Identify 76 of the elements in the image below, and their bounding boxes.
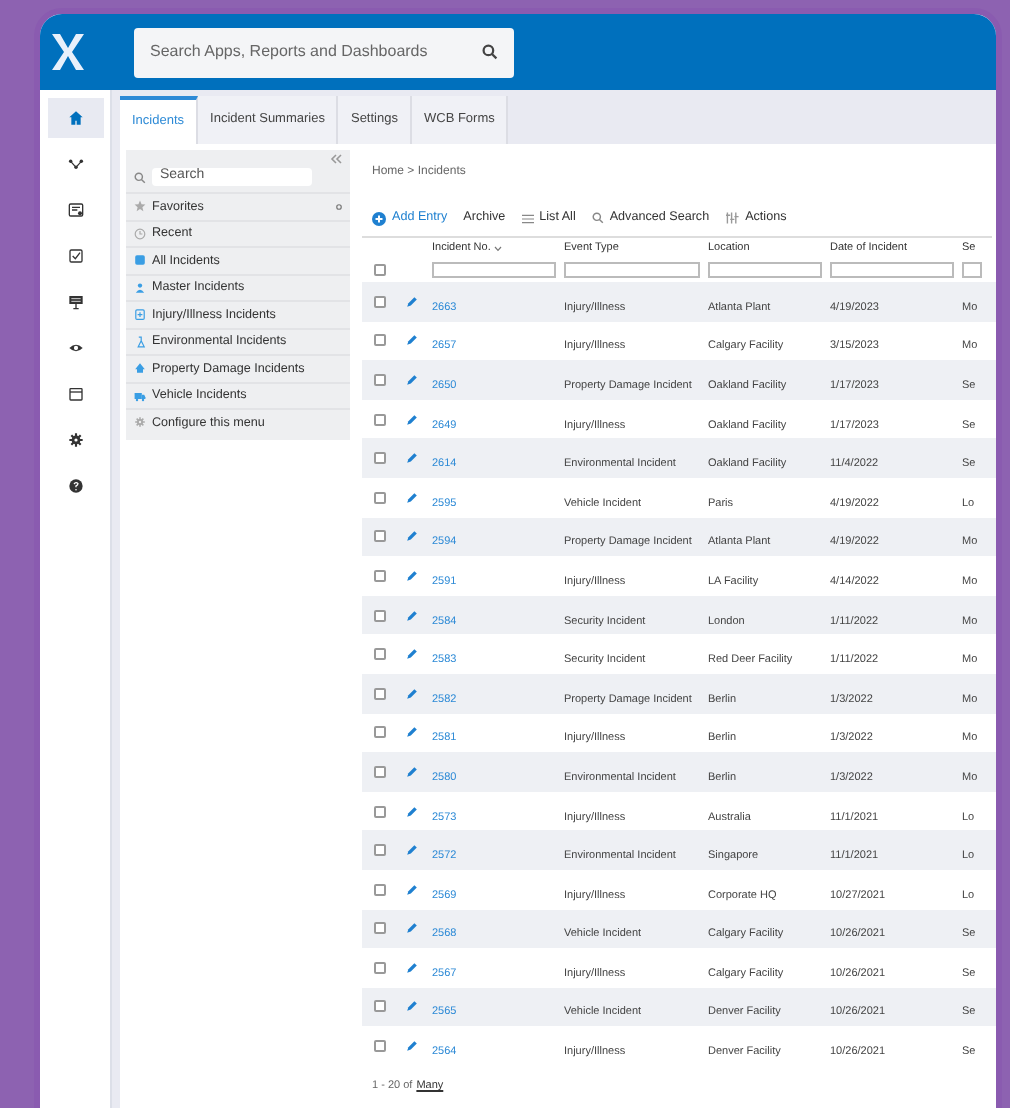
search-field[interactable]: Search Apps, Reports and Dashboards: [134, 27, 514, 77]
settings-icon[interactable]: [67, 432, 83, 448]
caret-icon: [494, 245, 503, 251]
pencil-icon[interactable]: [406, 530, 418, 543]
pencil-icon[interactable]: [406, 922, 418, 935]
star-icon: [134, 200, 146, 213]
checkbox-icon[interactable]: [67, 248, 83, 264]
pencil-icon[interactable]: [406, 883, 418, 896]
checkbox[interactable]: [374, 765, 386, 778]
checkbox[interactable]: [374, 264, 386, 276]
house-icon: [134, 362, 146, 375]
checkbox[interactable]: [374, 295, 386, 308]
pencil-icon[interactable]: [406, 648, 418, 661]
collapse-icon[interactable]: [330, 154, 342, 164]
checkbox[interactable]: [374, 1040, 386, 1053]
checkbox[interactable]: [374, 609, 386, 622]
checkbox[interactable]: [374, 452, 386, 465]
checkbox[interactable]: [374, 922, 386, 935]
checkbox[interactable]: [374, 805, 386, 818]
pencil-icon[interactable]: [406, 334, 418, 347]
truck-icon: [134, 389, 146, 402]
nodes-icon[interactable]: [67, 156, 83, 172]
checkbox[interactable]: [374, 530, 386, 543]
pencil-icon[interactable]: [406, 1040, 418, 1053]
pencil-icon[interactable]: [406, 295, 418, 308]
search-input[interactable]: Search Apps, Reports and Dashboards: [150, 40, 482, 64]
filter-field[interactable]: [830, 262, 954, 278]
search-icon: [591, 212, 604, 224]
checkbox[interactable]: [374, 687, 386, 700]
filter-field[interactable]: [432, 262, 556, 278]
checkbox[interactable]: [374, 569, 386, 582]
pencil-icon[interactable]: [406, 569, 418, 582]
flask-icon: [134, 335, 146, 348]
home-icon[interactable]: [67, 110, 83, 126]
checkbox[interactable]: [374, 373, 386, 386]
list-icon: [521, 213, 534, 223]
filter-field[interactable]: [564, 262, 700, 278]
pencil-icon[interactable]: [406, 452, 418, 465]
search-icon: [482, 44, 498, 60]
pencil-icon[interactable]: [406, 491, 418, 504]
pencil-icon[interactable]: [406, 687, 418, 700]
pencil-icon[interactable]: [406, 373, 418, 386]
pencil-icon[interactable]: [406, 413, 418, 426]
stack-icon: [134, 254, 146, 267]
filter-field[interactable]: [962, 262, 982, 278]
checkbox[interactable]: [374, 726, 386, 739]
calendar-icon[interactable]: [67, 386, 83, 402]
clock-icon: [134, 227, 146, 240]
eye-icon[interactable]: [67, 340, 83, 356]
gear-icon: [134, 416, 146, 429]
pencil-icon[interactable]: [406, 1000, 418, 1013]
checkbox[interactable]: [374, 883, 386, 896]
columns-icon: [725, 212, 740, 224]
checkbox[interactable]: [374, 844, 386, 857]
checkbox[interactable]: [374, 1000, 386, 1013]
checkbox[interactable]: [374, 648, 386, 661]
checkbox[interactable]: [374, 334, 386, 347]
checkbox[interactable]: [374, 491, 386, 504]
board-icon[interactable]: [67, 294, 83, 310]
people-icon: [134, 281, 146, 294]
pencil-icon[interactable]: [406, 609, 418, 622]
pencil-icon[interactable]: [406, 765, 418, 778]
pencil-icon[interactable]: [406, 805, 418, 818]
pencil-icon[interactable]: [406, 844, 418, 857]
logo-icon: [48, 32, 88, 72]
add-icon: [372, 211, 386, 225]
pencil-icon[interactable]: [406, 726, 418, 739]
form-icon[interactable]: [67, 202, 83, 218]
checkbox[interactable]: [374, 413, 386, 426]
search-icon: [134, 171, 146, 183]
dot-icon: [336, 203, 342, 210]
pencil-icon[interactable]: [406, 961, 418, 974]
checkbox[interactable]: [374, 961, 386, 974]
clipboard-icon: [134, 308, 146, 321]
help-icon[interactable]: [67, 478, 83, 494]
filter-field[interactable]: [708, 262, 822, 278]
